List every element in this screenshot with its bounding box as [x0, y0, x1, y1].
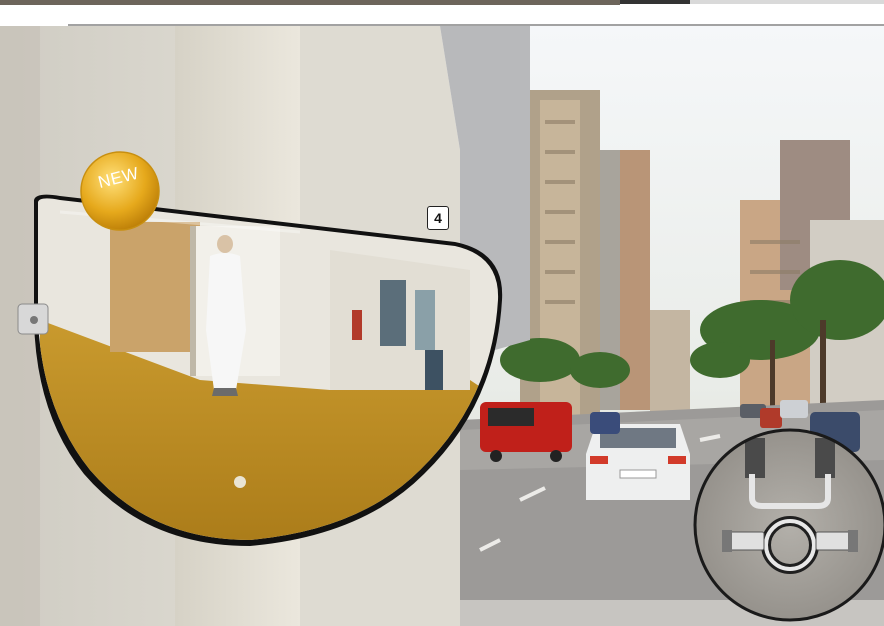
product-photo [0, 0, 884, 626]
callout-number-marker: 4 [427, 206, 449, 230]
